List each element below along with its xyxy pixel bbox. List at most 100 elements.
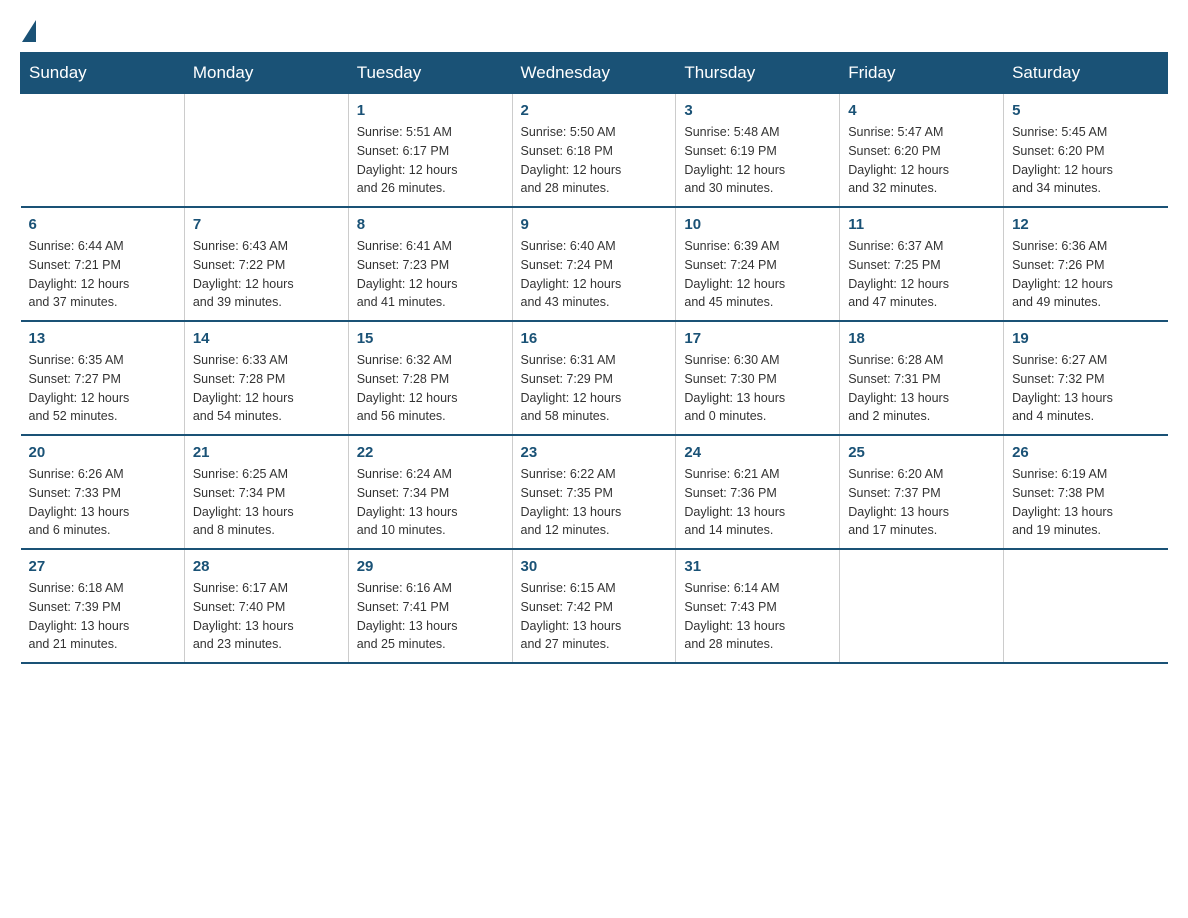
day-info: Sunrise: 6:17 AM Sunset: 7:40 PM Dayligh… xyxy=(193,579,340,654)
day-info: Sunrise: 6:28 AM Sunset: 7:31 PM Dayligh… xyxy=(848,351,995,426)
day-info: Sunrise: 5:50 AM Sunset: 6:18 PM Dayligh… xyxy=(521,123,668,198)
weekday-header-friday: Friday xyxy=(840,53,1004,94)
day-cell: 25 Sunrise: 6:20 AM Sunset: 7:37 PM Dayli… xyxy=(840,435,1004,549)
day-cell: 30 Sunrise: 6:15 AM Sunset: 7:42 PM Dayli… xyxy=(512,549,676,663)
day-info: Sunrise: 6:36 AM Sunset: 7:26 PM Dayligh… xyxy=(1012,237,1159,312)
day-info: Sunrise: 6:14 AM Sunset: 7:43 PM Dayligh… xyxy=(684,579,831,654)
day-cell: 17 Sunrise: 6:30 AM Sunset: 7:30 PM Dayli… xyxy=(676,321,840,435)
day-cell: 16Sunrise: 6:31 AM Sunset: 7:29 PM Dayli… xyxy=(512,321,676,435)
day-info: Sunrise: 6:39 AM Sunset: 7:24 PM Dayligh… xyxy=(684,237,831,312)
day-info: Sunrise: 6:25 AM Sunset: 7:34 PM Dayligh… xyxy=(193,465,340,540)
day-info: Sunrise: 5:48 AM Sunset: 6:19 PM Dayligh… xyxy=(684,123,831,198)
day-number: 10 xyxy=(684,216,831,233)
day-number: 31 xyxy=(684,558,831,575)
day-number: 29 xyxy=(357,558,504,575)
day-info: Sunrise: 6:41 AM Sunset: 7:23 PM Dayligh… xyxy=(357,237,504,312)
day-cell: 15 Sunrise: 6:32 AM Sunset: 7:28 PM Dayli… xyxy=(348,321,512,435)
day-number: 25 xyxy=(848,444,995,461)
day-cell: 10 Sunrise: 6:39 AM Sunset: 7:24 PM Dayli… xyxy=(676,207,840,321)
day-number: 19 xyxy=(1012,330,1159,347)
day-number: 17 xyxy=(684,330,831,347)
day-cell: 21 Sunrise: 6:25 AM Sunset: 7:34 PM Dayli… xyxy=(184,435,348,549)
day-info: Sunrise: 6:32 AM Sunset: 7:28 PM Dayligh… xyxy=(357,351,504,426)
day-cell: 23Sunrise: 6:22 AM Sunset: 7:35 PM Dayli… xyxy=(512,435,676,549)
day-info: Sunrise: 6:44 AM Sunset: 7:21 PM Dayligh… xyxy=(29,237,176,312)
day-number: 28 xyxy=(193,558,340,575)
day-info: Sunrise: 6:37 AM Sunset: 7:25 PM Dayligh… xyxy=(848,237,995,312)
day-info: Sunrise: 6:19 AM Sunset: 7:38 PM Dayligh… xyxy=(1012,465,1159,540)
day-number: 23 xyxy=(521,444,668,461)
day-number: 7 xyxy=(193,216,340,233)
day-number: 5 xyxy=(1012,102,1159,119)
week-row-2: 6Sunrise: 6:44 AM Sunset: 7:21 PM Daylig… xyxy=(21,207,1168,321)
day-info: Sunrise: 5:51 AM Sunset: 6:17 PM Dayligh… xyxy=(357,123,504,198)
calendar-table: SundayMondayTuesdayWednesdayThursdayFrid… xyxy=(20,52,1168,664)
day-info: Sunrise: 6:27 AM Sunset: 7:32 PM Dayligh… xyxy=(1012,351,1159,426)
day-number: 16 xyxy=(521,330,668,347)
week-row-5: 27Sunrise: 6:18 AM Sunset: 7:39 PM Dayli… xyxy=(21,549,1168,663)
day-number: 8 xyxy=(357,216,504,233)
day-cell: 31 Sunrise: 6:14 AM Sunset: 7:43 PM Dayli… xyxy=(676,549,840,663)
day-cell: 6Sunrise: 6:44 AM Sunset: 7:21 PM Daylig… xyxy=(21,207,185,321)
day-info: Sunrise: 6:30 AM Sunset: 7:30 PM Dayligh… xyxy=(684,351,831,426)
day-cell: 13 Sunrise: 6:35 AM Sunset: 7:27 PM Dayli… xyxy=(21,321,185,435)
day-info: Sunrise: 6:43 AM Sunset: 7:22 PM Dayligh… xyxy=(193,237,340,312)
day-info: Sunrise: 6:40 AM Sunset: 7:24 PM Dayligh… xyxy=(521,237,668,312)
day-number: 11 xyxy=(848,216,995,233)
day-cell xyxy=(840,549,1004,663)
day-cell: 19 Sunrise: 6:27 AM Sunset: 7:32 PM Dayli… xyxy=(1004,321,1168,435)
day-info: Sunrise: 6:21 AM Sunset: 7:36 PM Dayligh… xyxy=(684,465,831,540)
day-cell: 7 Sunrise: 6:43 AM Sunset: 7:22 PM Daylig… xyxy=(184,207,348,321)
day-number: 12 xyxy=(1012,216,1159,233)
day-number: 4 xyxy=(848,102,995,119)
day-cell: 18 Sunrise: 6:28 AM Sunset: 7:31 PM Dayli… xyxy=(840,321,1004,435)
day-cell xyxy=(1004,549,1168,663)
day-number: 15 xyxy=(357,330,504,347)
day-cell: 5 Sunrise: 5:45 AM Sunset: 6:20 PM Daylig… xyxy=(1004,94,1168,208)
day-number: 22 xyxy=(357,444,504,461)
week-row-3: 13 Sunrise: 6:35 AM Sunset: 7:27 PM Dayli… xyxy=(21,321,1168,435)
day-number: 20 xyxy=(29,444,176,461)
day-number: 3 xyxy=(684,102,831,119)
day-number: 18 xyxy=(848,330,995,347)
day-info: Sunrise: 6:15 AM Sunset: 7:42 PM Dayligh… xyxy=(521,579,668,654)
weekday-header-row: SundayMondayTuesdayWednesdayThursdayFrid… xyxy=(21,53,1168,94)
day-cell: 20 Sunrise: 6:26 AM Sunset: 7:33 PM Dayli… xyxy=(21,435,185,549)
day-number: 9 xyxy=(521,216,668,233)
day-number: 27 xyxy=(29,558,176,575)
day-cell xyxy=(184,94,348,208)
week-row-4: 20 Sunrise: 6:26 AM Sunset: 7:33 PM Dayli… xyxy=(21,435,1168,549)
day-number: 14 xyxy=(193,330,340,347)
weekday-header-thursday: Thursday xyxy=(676,53,840,94)
day-number: 26 xyxy=(1012,444,1159,461)
day-info: Sunrise: 6:35 AM Sunset: 7:27 PM Dayligh… xyxy=(29,351,176,426)
day-cell: 2Sunrise: 5:50 AM Sunset: 6:18 PM Daylig… xyxy=(512,94,676,208)
day-cell: 8 Sunrise: 6:41 AM Sunset: 7:23 PM Daylig… xyxy=(348,207,512,321)
day-info: Sunrise: 5:45 AM Sunset: 6:20 PM Dayligh… xyxy=(1012,123,1159,198)
day-number: 24 xyxy=(684,444,831,461)
day-info: Sunrise: 6:20 AM Sunset: 7:37 PM Dayligh… xyxy=(848,465,995,540)
weekday-header-wednesday: Wednesday xyxy=(512,53,676,94)
day-cell: 14 Sunrise: 6:33 AM Sunset: 7:28 PM Dayli… xyxy=(184,321,348,435)
logo xyxy=(20,20,38,42)
day-cell: 4 Sunrise: 5:47 AM Sunset: 6:20 PM Daylig… xyxy=(840,94,1004,208)
day-number: 1 xyxy=(357,102,504,119)
header xyxy=(20,20,1168,42)
day-cell: 1 Sunrise: 5:51 AM Sunset: 6:17 PM Daylig… xyxy=(348,94,512,208)
week-row-1: 1 Sunrise: 5:51 AM Sunset: 6:17 PM Daylig… xyxy=(21,94,1168,208)
day-number: 21 xyxy=(193,444,340,461)
weekday-header-monday: Monday xyxy=(184,53,348,94)
day-cell: 29 Sunrise: 6:16 AM Sunset: 7:41 PM Dayli… xyxy=(348,549,512,663)
day-info: Sunrise: 6:33 AM Sunset: 7:28 PM Dayligh… xyxy=(193,351,340,426)
day-cell: 22 Sunrise: 6:24 AM Sunset: 7:34 PM Dayli… xyxy=(348,435,512,549)
logo-triangle-icon xyxy=(22,20,36,42)
day-info: Sunrise: 5:47 AM Sunset: 6:20 PM Dayligh… xyxy=(848,123,995,198)
day-number: 13 xyxy=(29,330,176,347)
day-number: 30 xyxy=(521,558,668,575)
day-info: Sunrise: 6:26 AM Sunset: 7:33 PM Dayligh… xyxy=(29,465,176,540)
weekday-header-sunday: Sunday xyxy=(21,53,185,94)
weekday-header-saturday: Saturday xyxy=(1004,53,1168,94)
day-info: Sunrise: 6:16 AM Sunset: 7:41 PM Dayligh… xyxy=(357,579,504,654)
weekday-header-tuesday: Tuesday xyxy=(348,53,512,94)
day-info: Sunrise: 6:24 AM Sunset: 7:34 PM Dayligh… xyxy=(357,465,504,540)
